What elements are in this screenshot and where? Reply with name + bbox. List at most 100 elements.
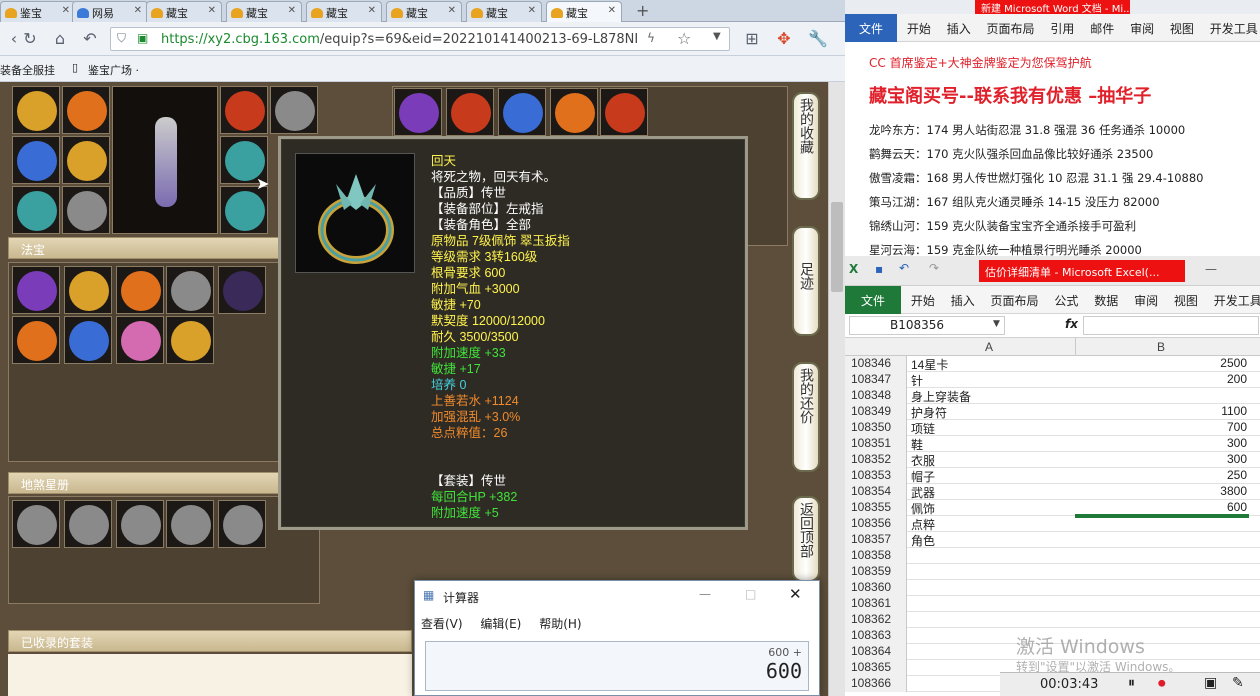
chevron-down-icon[interactable]: ▼: [713, 31, 721, 42]
fabao-slot[interactable]: [64, 316, 112, 364]
bookmark-2[interactable]: 鉴宝广场 ·: [88, 62, 139, 78]
excel-tab-formula[interactable]: 公式: [1048, 286, 1084, 315]
column-header-a[interactable]: A: [985, 340, 993, 354]
table-row[interactable]: 108357 角色: [845, 532, 1260, 548]
lightning-icon[interactable]: ϟ: [647, 31, 655, 45]
cell-b[interactable]: 250: [1077, 468, 1247, 482]
tab-6[interactable]: 藏宝 ✕: [386, 1, 462, 22]
row-number[interactable]: 108363: [845, 628, 907, 644]
row-number[interactable]: 108347: [845, 372, 907, 388]
equip-slot[interactable]: [62, 86, 110, 134]
cell-a[interactable]: 针: [911, 372, 923, 389]
item-slot[interactable]: [498, 88, 546, 136]
close-icon[interactable]: ✕: [288, 5, 296, 16]
undo-icon[interactable]: ↶: [899, 261, 909, 275]
item-slot[interactable]: [394, 88, 442, 136]
item-slot[interactable]: [600, 88, 648, 136]
cell-a[interactable]: 帽子: [911, 468, 935, 485]
pause-icon[interactable]: ⏸: [1128, 675, 1135, 691]
cell-a[interactable]: 武器: [911, 484, 935, 501]
equip-slot[interactable]: [62, 186, 110, 234]
menu-edit[interactable]: 编辑(E): [480, 617, 521, 631]
redo-icon[interactable]: ↷: [929, 261, 939, 275]
fabao-slot[interactable]: [12, 316, 60, 364]
table-row[interactable]: 108347 针 200: [845, 372, 1260, 388]
formula-input[interactable]: [1083, 316, 1259, 335]
cell-a[interactable]: 衣服: [911, 452, 935, 469]
star-icon[interactable]: ☆: [677, 29, 691, 48]
table-row[interactable]: 108360: [845, 580, 1260, 596]
row-number[interactable]: 108362: [845, 612, 907, 628]
cell-b[interactable]: 300: [1077, 436, 1247, 450]
close-icon[interactable]: ✕: [368, 5, 376, 16]
cell-a[interactable]: 角色: [911, 532, 935, 549]
tab-5[interactable]: 藏宝 ✕: [306, 1, 382, 22]
tab-7[interactable]: 藏宝 ✕: [466, 1, 542, 22]
word-tab-dev[interactable]: 开发工具: [1204, 14, 1260, 43]
excel-tab-view[interactable]: 视图: [1168, 286, 1204, 315]
item-slot[interactable]: [446, 88, 494, 136]
row-number[interactable]: 108352: [845, 452, 907, 468]
my-offers-button[interactable]: 我的还价: [792, 362, 820, 472]
page-scrollbar[interactable]: [828, 82, 845, 696]
home-icon[interactable]: ⌂: [50, 29, 70, 49]
table-row[interactable]: 108348 身上穿装备: [845, 388, 1260, 404]
cell-a[interactable]: 佩饰: [911, 500, 935, 517]
favorites-button[interactable]: 我的收藏: [792, 92, 820, 200]
table-row[interactable]: 108359: [845, 564, 1260, 580]
fabao-slot[interactable]: [116, 316, 164, 364]
cell-b[interactable]: 600: [1077, 500, 1247, 514]
close-icon[interactable]: ✕: [528, 5, 536, 16]
cell-a[interactable]: 项链: [911, 420, 935, 437]
table-row[interactable]: 108355 佩饰 600: [845, 500, 1260, 516]
excel-tab-data[interactable]: 数据: [1088, 286, 1124, 315]
grid-icon[interactable]: ⊞: [742, 29, 762, 49]
excel-tab-dev[interactable]: 开发工具: [1208, 286, 1260, 315]
tab-3[interactable]: 藏宝 ✕: [146, 1, 222, 22]
table-row[interactable]: 108356 点粹: [845, 516, 1260, 532]
camera-icon[interactable]: ▣: [1204, 675, 1217, 691]
row-number[interactable]: 108349: [845, 404, 907, 420]
cell-b[interactable]: 300: [1077, 452, 1247, 466]
item-slot[interactable]: [550, 88, 598, 136]
pen-icon[interactable]: ✎: [1232, 675, 1244, 691]
table-row[interactable]: 108352 衣服 300: [845, 452, 1260, 468]
close-icon[interactable]: ✕: [608, 5, 616, 16]
close-icon[interactable]: ✕: [448, 5, 456, 16]
cell-b[interactable]: 2500: [1077, 356, 1247, 370]
tools-icon[interactable]: 🔧: [808, 29, 828, 49]
cell-b[interactable]: 700: [1077, 420, 1247, 434]
row-number[interactable]: 108351: [845, 436, 907, 452]
table-row[interactable]: 108361: [845, 596, 1260, 612]
fabao-slot[interactable]: [64, 266, 112, 314]
close-icon[interactable]: ✕: [208, 5, 216, 16]
row-number[interactable]: 108357: [845, 532, 907, 548]
excel-tab-review[interactable]: 审阅: [1128, 286, 1164, 315]
cell-b[interactable]: 200: [1077, 372, 1247, 386]
row-number[interactable]: 108356: [845, 516, 907, 532]
fabao-slot[interactable]: [218, 266, 266, 314]
word-tab-insert[interactable]: 插入: [941, 14, 977, 43]
new-tab-button[interactable]: +: [636, 1, 649, 20]
column-header-b[interactable]: B: [1157, 340, 1165, 354]
equip-slot[interactable]: [270, 86, 318, 134]
table-row[interactable]: 108354 武器 3800: [845, 484, 1260, 500]
row-number[interactable]: 108348: [845, 388, 907, 404]
maximize-icon[interactable]: □: [745, 587, 756, 601]
close-icon[interactable]: ✕: [134, 5, 142, 16]
disha-slot[interactable]: [12, 500, 60, 548]
save-icon[interactable]: ▪: [875, 262, 883, 276]
table-row[interactable]: 108351 鞋 300: [845, 436, 1260, 452]
word-tab-home[interactable]: 开始: [901, 14, 937, 43]
equip-slot[interactable]: [220, 186, 268, 234]
fabao-slot[interactable]: [116, 266, 164, 314]
table-row[interactable]: 108346 14星卡 2500: [845, 356, 1260, 372]
cell-b[interactable]: 3800: [1077, 484, 1247, 498]
word-tab-mail[interactable]: 邮件: [1084, 14, 1120, 43]
history-button[interactable]: 足迹: [792, 226, 820, 336]
tab-8-active[interactable]: 藏宝 ✕: [546, 1, 622, 22]
table-row[interactable]: 108358: [845, 548, 1260, 564]
word-document[interactable]: CC 首席鉴定+大神金牌鉴定为您保驾护航 藏宝阁买号--联系我有优惠 –抽华子 …: [845, 42, 1260, 257]
tab-4[interactable]: 藏宝 ✕: [226, 1, 302, 22]
bookmark-1[interactable]: 装备全服挂: [0, 62, 55, 78]
